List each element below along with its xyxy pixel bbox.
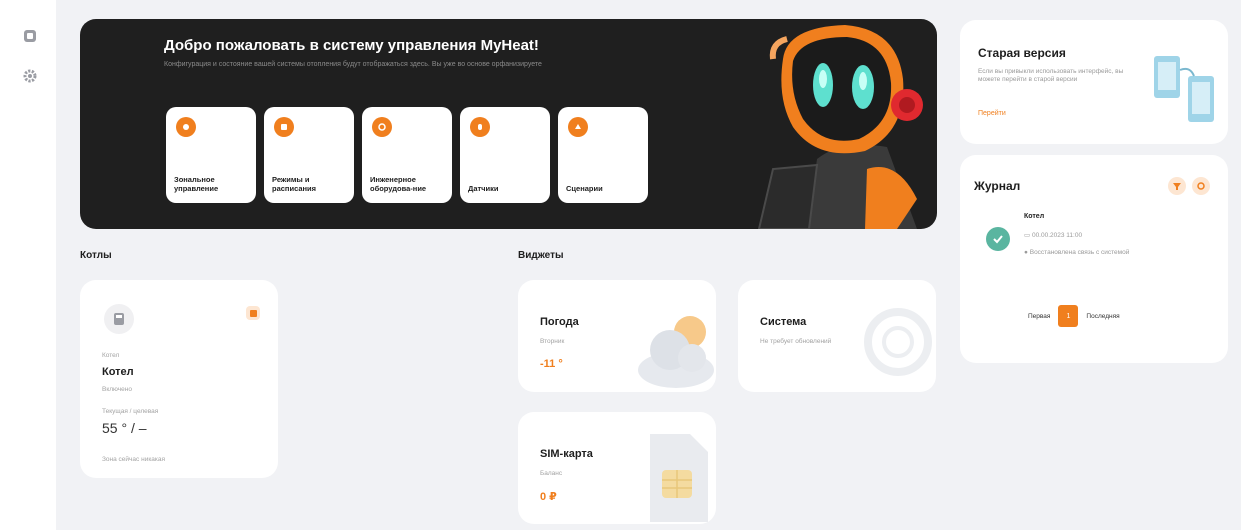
weather-title: Погода xyxy=(540,316,579,328)
widgets-section-title: Виджеты xyxy=(518,250,564,261)
quick-link-zones[interactable]: Зональное управление xyxy=(166,107,256,203)
boiler-temperature: 55 ° / – xyxy=(102,420,147,436)
old-version-link[interactable]: Перейти xyxy=(978,110,1006,117)
refresh-icon xyxy=(1197,182,1205,190)
boiler-temp-label: Текущая / целевая xyxy=(102,408,159,415)
quick-link-label: Режимы и расписания xyxy=(272,175,317,193)
boiler-menu-button[interactable] xyxy=(246,306,260,320)
sim-card-widget[interactable]: SIM-карта Баланс 0 ₽ xyxy=(518,412,716,524)
journal-card: Журнал Котел ▭ 00.00.2023 11:00 ● Восста… xyxy=(960,155,1228,363)
journal-title: Журнал xyxy=(974,179,1021,193)
success-check-icon xyxy=(986,227,1010,251)
cloud-sun-icon xyxy=(638,316,714,388)
weather-temperature: -11 ° xyxy=(540,358,563,370)
system-gauge-icon xyxy=(864,308,932,376)
sim-balance-label: Баланс xyxy=(540,470,563,477)
quick-links: Зональное управление Режимы и расписания… xyxy=(166,107,648,203)
quick-link-label: Датчики xyxy=(468,184,499,193)
system-title: Система xyxy=(760,316,807,328)
quick-link-equipment[interactable]: Инженерное оборудова-ние xyxy=(362,107,452,203)
filter-icon xyxy=(1173,183,1181,190)
sim-balance-value: 0 ₽ xyxy=(540,491,557,503)
devices-illustration xyxy=(1154,56,1214,122)
boiler-footer: Зона сейчас никакая xyxy=(102,456,166,463)
old-version-text: Если вы привыкли использовать интерфейс,… xyxy=(978,68,1124,83)
boiler-name: Котел xyxy=(102,366,134,378)
boilers-section-title: Котлы xyxy=(80,250,112,261)
boiler-card[interactable]: Котел Котел Включено Текущая / целевая 5… xyxy=(80,280,278,478)
device-icon[interactable] xyxy=(22,28,38,44)
system-status: Не требует обновлений xyxy=(760,338,832,345)
journal-entry-event: ● Восстановлена связь с системой xyxy=(1024,249,1129,256)
right-column: Старая версия Если вы привыкли использов… xyxy=(948,0,1241,530)
quick-link-sensors[interactable]: Датчики xyxy=(460,107,550,203)
gear-icon[interactable] xyxy=(22,68,38,84)
journal-event-text: Восстановлена связь с системой xyxy=(1029,249,1130,256)
pager-last[interactable]: Последняя xyxy=(1086,313,1119,320)
sim-title: SIM-карта xyxy=(540,448,593,460)
calendar-icon: ▭ xyxy=(1024,232,1032,239)
old-version-card: Старая версия Если вы привыкли использов… xyxy=(960,20,1228,144)
robot-illustration xyxy=(757,25,923,229)
schedule-icon xyxy=(274,117,294,137)
filter-button[interactable] xyxy=(1168,177,1186,195)
quick-link-label: Инженерное оборудова-ние xyxy=(370,175,427,193)
journal-entry-date: ▭ 00.00.2023 11:00 xyxy=(1024,231,1082,239)
quick-link-schedules[interactable]: Режимы и расписания xyxy=(264,107,354,203)
pager-current-page[interactable]: 1 xyxy=(1058,305,1079,327)
menu-icon xyxy=(249,309,257,317)
main-content: Добро пожаловать в систему управления My… xyxy=(56,0,948,530)
journal-date-text: 00.00.2023 11:00 xyxy=(1031,232,1083,239)
boiler-type-label: Котел xyxy=(102,352,120,359)
quick-link-label: Сценарии xyxy=(566,184,603,193)
zone-icon xyxy=(176,117,196,137)
refresh-button[interactable] xyxy=(1192,177,1210,195)
hero-title: Добро пожаловать в систему управления My… xyxy=(164,37,539,54)
weather-widget[interactable]: Погода Вторник -11 ° xyxy=(518,280,716,392)
hero-subtitle: Конфигурация и состояние вашей системы о… xyxy=(164,61,542,68)
sim-card-icon xyxy=(650,434,708,522)
journal-pager: Первая 1 Последняя xyxy=(1028,305,1120,327)
boiler-status: Включено xyxy=(102,386,132,393)
pager-first[interactable]: Первая xyxy=(1028,313,1050,320)
equipment-icon xyxy=(372,117,392,137)
quick-link-scenarios[interactable]: Сценарии xyxy=(558,107,648,203)
scenario-icon xyxy=(568,117,588,137)
boiler-icon xyxy=(104,304,134,334)
welcome-banner: Добро пожаловать в систему управления My… xyxy=(80,19,937,229)
system-widget[interactable]: Система Не требует обновлений xyxy=(738,280,936,392)
quick-link-label: Зональное управление xyxy=(174,175,219,193)
journal-entry-name: Котел xyxy=(1024,213,1045,220)
left-sidebar xyxy=(0,0,56,530)
sensor-icon xyxy=(470,117,490,137)
weather-day: Вторник xyxy=(540,338,565,345)
old-version-title: Старая версия xyxy=(978,46,1066,60)
